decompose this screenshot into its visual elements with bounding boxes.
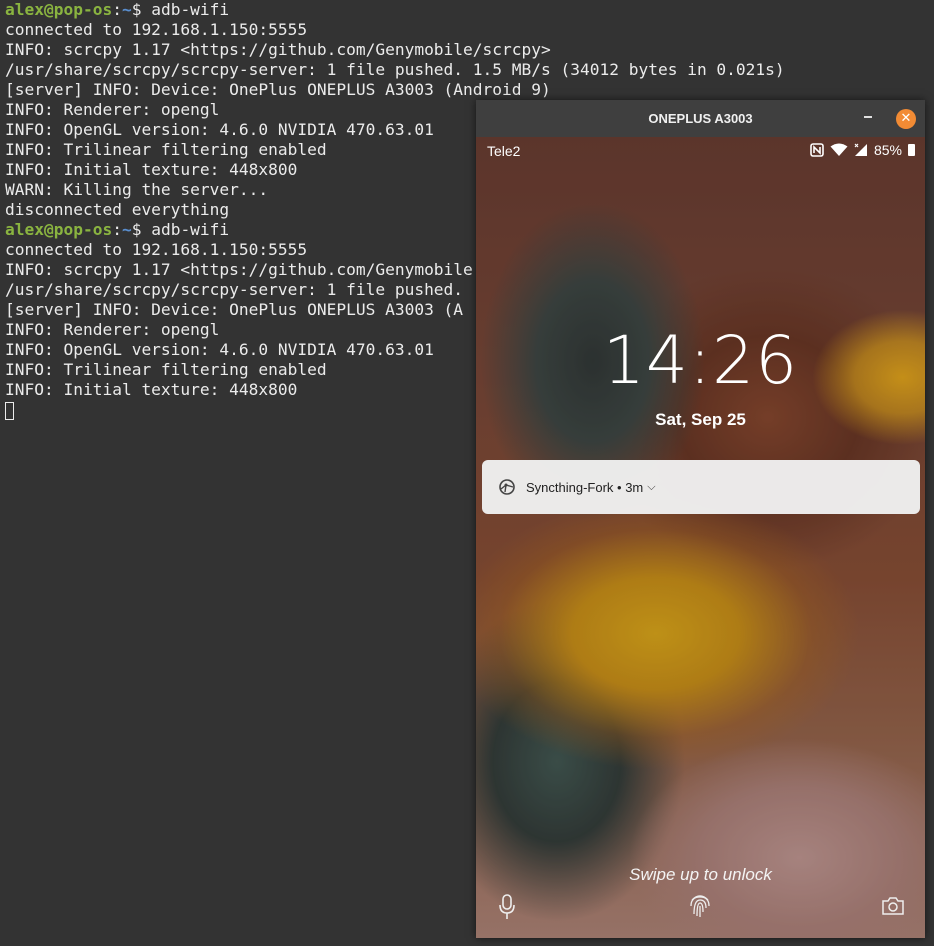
terminal-prompt-line: alex@pop-os:~$ adb-wifi: [5, 0, 934, 20]
terminal-output-line: connected to 192.168.1.150:5555: [5, 20, 934, 40]
prompt-command: adb-wifi: [151, 0, 230, 19]
prompt-path: ~: [121, 0, 132, 19]
phone-lockscreen[interactable]: Tele2 85% 14:26 Sat, Sep 25 Syncthing-Fo…: [476, 137, 925, 938]
terminal-output-text: INFO: Initial texture: 448x800: [5, 160, 298, 179]
terminal-output-text: INFO: Trilinear filtering enabled: [5, 360, 327, 379]
terminal-output-text: INFO: Initial texture: 448x800: [5, 380, 298, 399]
terminal-output-line: /usr/share/scrcpy/scrcpy-server: 1 file …: [5, 60, 934, 80]
terminal-output-text: INFO: scrcpy 1.17 <https://github.com/Ge…: [5, 40, 551, 59]
status-bar: Tele2 85%: [476, 137, 925, 165]
carrier-label: Tele2: [487, 143, 521, 159]
window-title: ONEPLUS A3003: [648, 111, 753, 126]
notification-separator: •: [613, 479, 626, 495]
chevron-down-icon[interactable]: ⌵: [647, 481, 655, 494]
prompt-user: alex@pop-os: [5, 220, 113, 239]
terminal-output-text: INFO: Renderer: opengl: [5, 320, 220, 339]
terminal-output-text: disconnected everything: [5, 200, 230, 219]
terminal-output-text: WARN: Killing the server...: [5, 180, 269, 199]
syncthing-icon: [499, 479, 515, 495]
prompt-symbol: $: [131, 220, 152, 239]
status-icons: 85%: [810, 142, 915, 158]
battery-percent: 85%: [873, 142, 902, 158]
prompt-separator: :: [112, 220, 122, 239]
notification-card[interactable]: Syncthing-Fork • 3m ⌵: [482, 460, 920, 514]
prompt-path: ~: [121, 220, 132, 239]
signal-icon: [854, 143, 867, 156]
camera-icon[interactable]: [881, 896, 905, 916]
terminal-cursor: [5, 401, 14, 420]
terminal-output-text: INFO: OpenGL version: 4.6.0 NVIDIA 470.6…: [5, 120, 434, 139]
window-titlebar[interactable]: ONEPLUS A3003 ✕: [476, 100, 925, 137]
terminal-output-text: /usr/share/scrcpy/scrcpy-server: 1 file …: [5, 280, 464, 299]
terminal-output-text: [server] INFO: Device: OnePlus ONEPLUS A…: [5, 80, 551, 99]
terminal-output-text: [server] INFO: Device: OnePlus ONEPLUS A…: [5, 300, 464, 319]
terminal-output-line: [server] INFO: Device: OnePlus ONEPLUS A…: [5, 80, 934, 100]
terminal-output-text: INFO: OpenGL version: 4.6.0 NVIDIA 470.6…: [5, 340, 434, 359]
scrcpy-window[interactable]: ONEPLUS A3003 ✕ Tele2 85% 14:26 Sat, Sep…: [476, 100, 925, 938]
lockscreen-date: Sat, Sep 25: [655, 410, 746, 429]
terminal-output-text: INFO: Trilinear filtering enabled: [5, 140, 327, 159]
fingerprint-icon[interactable]: [688, 892, 712, 918]
terminal-output-text: connected to 192.168.1.150:5555: [5, 240, 308, 259]
lockscreen-clock: 14:26: [602, 322, 799, 399]
minimize-icon[interactable]: [864, 116, 872, 118]
terminal-output-text: INFO: Renderer: opengl: [5, 100, 220, 119]
prompt-command: adb-wifi: [151, 220, 230, 239]
wifi-icon: [830, 143, 848, 156]
nfc-icon: [810, 143, 824, 157]
prompt-user: alex@pop-os: [5, 0, 113, 19]
notification-app: Syncthing-Fork: [526, 479, 614, 495]
prompt-separator: :: [112, 0, 122, 19]
swipe-hint: Swipe up to unlock: [629, 865, 772, 884]
terminal-output-text: connected to 192.168.1.150:5555: [5, 20, 308, 39]
terminal-output-line: INFO: scrcpy 1.17 <https://github.com/Ge…: [5, 40, 934, 60]
close-button[interactable]: ✕: [896, 109, 916, 129]
wallpaper-shade: [476, 137, 925, 938]
notification-age: 3m: [625, 479, 644, 495]
prompt-symbol: $: [131, 0, 152, 19]
terminal-output-text: /usr/share/scrcpy/scrcpy-server: 1 file …: [5, 60, 785, 79]
mic-icon[interactable]: [498, 894, 516, 920]
battery-icon: [908, 144, 915, 156]
terminal-output-text: INFO: scrcpy 1.17 <https://github.com/Ge…: [5, 260, 473, 279]
